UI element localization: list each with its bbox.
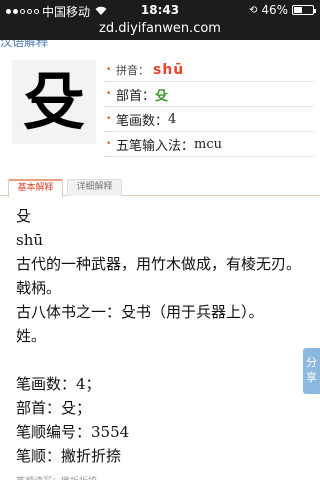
content-line: 古八体书之一：殳书（用于兵器上）。 (16, 303, 264, 321)
battery-percent: 46% (261, 3, 288, 17)
wubi-row: • 五笔输入法： mcu (104, 132, 314, 157)
pinyin-value: shū (153, 61, 185, 78)
strokes-value: 4 (168, 111, 177, 127)
bushou-label: 部首： (116, 88, 156, 104)
bullet-icon: • (106, 114, 112, 124)
fact-line: 笔顺：撇折折捺 (16, 447, 122, 465)
status-bar: 中国移动 18:43 ⟲ 46% (0, 0, 320, 20)
tab-detailed[interactable]: 详细解释 (67, 179, 122, 196)
browser-chrome: 中国移动 18:43 ⟲ 46% zd.diyifanwen.com (0, 0, 320, 40)
explanation-tabs: 基本解释 详细解释 (0, 178, 320, 197)
content-line: 姓。 (16, 327, 47, 345)
strokes-row: • 笔画数： 4 (104, 107, 314, 132)
tab-basic[interactable]: 基本解释 (8, 179, 63, 197)
fact-line: 笔顺编号：3554 (16, 423, 130, 441)
bushou-row: • 部首： 殳 (104, 82, 314, 107)
bullet-icon: • (106, 139, 112, 149)
character-info: • 拼音： shū • 部首： 殳 • 笔画数： 4 • 五笔输入法： mcu (104, 58, 314, 157)
fact-line: 部首：殳； (16, 399, 92, 417)
strokes-label: 笔画数： (116, 113, 169, 129)
content-line: 殳 (16, 207, 32, 225)
pinyin-row: • 拼音： shū (104, 58, 314, 82)
pinyin-label: 拼音： (116, 63, 149, 77)
wubi-label: 五笔输入法： (116, 138, 195, 154)
orientation-lock-icon: ⟲ (248, 4, 258, 16)
bushou-value[interactable]: 殳 (155, 85, 168, 104)
share-button[interactable]: 分享 (303, 348, 320, 394)
right-status-group: ⟲ 46% (248, 3, 316, 17)
explanation-content: 殳 shū 古代的一种武器，用竹木做成，有棱无刃。 戟柄。 古八体书之一：殳书（… (16, 204, 316, 468)
character-glyph: 殳 (22, 65, 85, 138)
wubi-value: mcu (194, 136, 222, 152)
fact-line: 笔画数：4； (16, 375, 101, 393)
content-line: 戟柄。 (16, 279, 62, 297)
battery-icon (292, 5, 316, 15)
bullet-icon: • (106, 64, 112, 75)
character-display: 殳 (12, 60, 96, 144)
content-line: shū (16, 231, 44, 249)
footer-peek: 笔顺读写：撇折折捺 (16, 474, 97, 480)
url-bar[interactable]: zd.diyifanwen.com (0, 20, 320, 40)
content-line: 古代的一种武器，用竹木做成，有棱无刃。 (16, 255, 302, 273)
previous-section-peek: 汉语解释 (0, 40, 49, 48)
bullet-icon: • (106, 89, 112, 99)
